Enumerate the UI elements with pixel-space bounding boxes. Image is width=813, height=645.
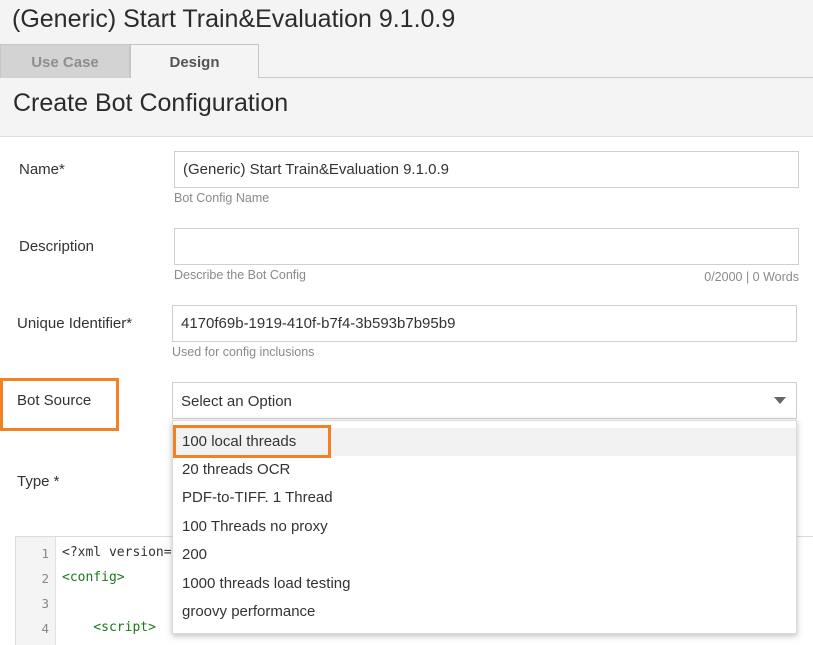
code-line: <script> bbox=[62, 620, 156, 635]
bot-source-select[interactable]: Select an Option bbox=[172, 382, 797, 419]
name-input[interactable] bbox=[174, 151, 799, 188]
unique-identifier-hint: Used for config inclusions bbox=[172, 345, 315, 359]
description-counter: 0/2000 | 0 Words bbox=[704, 270, 799, 284]
bot-source-placeholder: Select an Option bbox=[181, 393, 292, 410]
name-label: Name* bbox=[19, 161, 65, 178]
bot-source-option[interactable]: 100 Threads no proxy bbox=[173, 513, 796, 541]
type-label: Type * bbox=[17, 473, 60, 490]
title-bar: (Generic) Start Train&Evaluation 9.1.0.9 bbox=[0, 0, 813, 44]
bot-source-option[interactable]: PDF-to-TIFF. 1 Thread bbox=[173, 484, 796, 512]
app-title: (Generic) Start Train&Evaluation 9.1.0.9 bbox=[12, 5, 456, 33]
description-input[interactable] bbox=[174, 228, 799, 265]
tab-strip: Use Case Design bbox=[0, 44, 813, 79]
chevron-down-icon bbox=[774, 397, 786, 404]
bot-source-option[interactable]: 20 threads OCR bbox=[173, 456, 796, 484]
name-hint: Bot Config Name bbox=[174, 191, 270, 205]
unique-identifier-label: Unique Identifier* bbox=[17, 315, 133, 332]
unique-identifier-input[interactable] bbox=[172, 305, 797, 342]
tab-use-case[interactable]: Use Case bbox=[0, 44, 130, 78]
page-header: Create Bot Configuration bbox=[0, 78, 813, 137]
bot-source-option[interactable]: groovy performance bbox=[173, 598, 796, 626]
bot-source-label-highlight bbox=[0, 378, 119, 431]
option-highlight bbox=[173, 425, 331, 458]
line-number: 4 bbox=[41, 621, 49, 636]
line-number: 2 bbox=[41, 571, 49, 586]
code-line: <?xml version= bbox=[62, 545, 172, 560]
description-hint: Describe the Bot Config bbox=[174, 268, 307, 282]
bot-source-option[interactable]: 1000 threads load testing bbox=[173, 570, 796, 598]
code-line: <config> bbox=[62, 570, 125, 585]
description-label: Description bbox=[19, 238, 95, 255]
page-title: Create Bot Configuration bbox=[13, 89, 289, 117]
tab-design[interactable]: Design bbox=[130, 44, 259, 79]
editor-gutter: 1 2 3 4 bbox=[16, 537, 56, 645]
line-number: 3 bbox=[41, 596, 49, 611]
line-number: 1 bbox=[41, 546, 49, 561]
bot-source-option[interactable]: 200 bbox=[173, 541, 796, 569]
